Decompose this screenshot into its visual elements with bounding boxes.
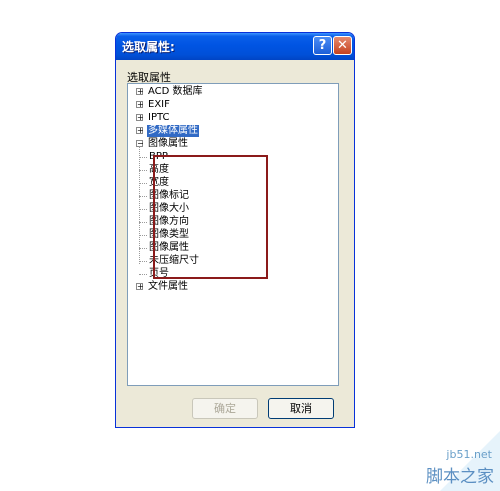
tree-connector (139, 222, 147, 223)
tree-connector (139, 170, 147, 171)
tree-connector (139, 157, 147, 158)
tree-item-label-selected: 多媒体属性 (147, 125, 199, 137)
expand-plus-icon[interactable]: + (136, 101, 144, 109)
tree-item-label: EXIF (148, 99, 170, 110)
tree-item-label: IPTC (148, 112, 170, 123)
tree-connector (139, 209, 147, 210)
ok-button[interactable]: 确定 (192, 398, 258, 419)
tree-connector (139, 196, 147, 197)
close-icon[interactable]: ✕ (333, 36, 352, 55)
tree-item-label: 文件属性 (148, 281, 188, 292)
expand-plus-icon[interactable]: + (136, 283, 144, 291)
tree-connector (139, 146, 140, 264)
tree-item-label: 图像属性 (148, 138, 188, 149)
expand-plus-icon[interactable]: + (136, 114, 144, 122)
tree-item-label: ACD 数据库 (148, 86, 203, 97)
title-bar[interactable]: 选取属性: ? ✕ (116, 33, 354, 60)
watermark-site-text: jb51.net (446, 448, 492, 461)
expand-plus-icon[interactable]: + (136, 88, 144, 96)
dialog-title: 选取属性: (122, 40, 175, 54)
tree-connector (139, 261, 147, 262)
help-icon[interactable]: ? (313, 36, 332, 55)
tree-connector (139, 274, 147, 275)
tree-connector (139, 248, 147, 249)
tree-connector (139, 183, 147, 184)
highlight-annotation-box (153, 155, 268, 279)
cancel-button[interactable]: 取消 (268, 398, 334, 419)
expand-plus-icon[interactable]: + (136, 127, 144, 135)
tree-connector (139, 235, 147, 236)
watermark-logo-text: 脚本之家 (426, 467, 494, 487)
